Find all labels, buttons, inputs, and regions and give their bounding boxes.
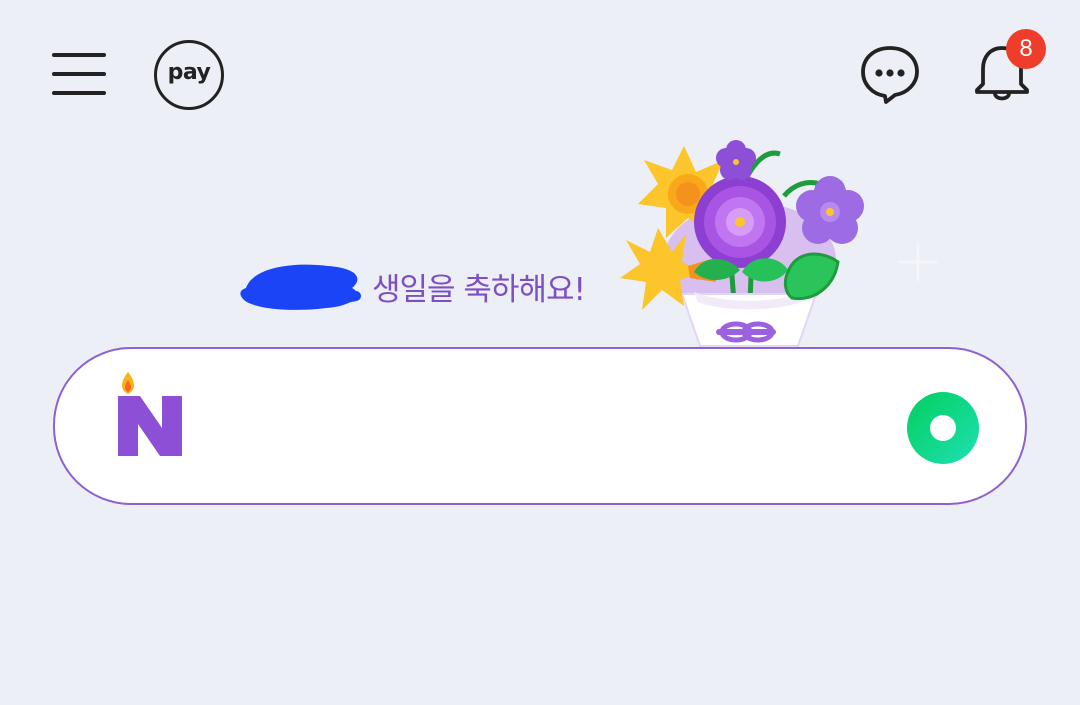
search-input[interactable] [205, 397, 869, 457]
name-redaction-scribble [240, 264, 361, 310]
search-submit-button[interactable] [900, 388, 986, 474]
menu-button[interactable] [48, 46, 110, 102]
flower-bouquet-illustration [620, 140, 864, 347]
birthday-greeting: 생일을 축하해요! [372, 272, 586, 308]
sparkle-decoration [898, 242, 938, 282]
green-search-icon [907, 392, 979, 464]
notification-count-badge: 8 [1006, 29, 1046, 69]
chat-bubble-icon [861, 46, 919, 104]
hamburger-menu-icon [52, 53, 106, 95]
chat-button[interactable] [858, 42, 922, 106]
pay-button[interactable]: pay [152, 38, 226, 112]
pay-label: pay [167, 60, 211, 85]
search-box[interactable] [53, 347, 1027, 505]
naver-birthday-logo [118, 372, 182, 456]
